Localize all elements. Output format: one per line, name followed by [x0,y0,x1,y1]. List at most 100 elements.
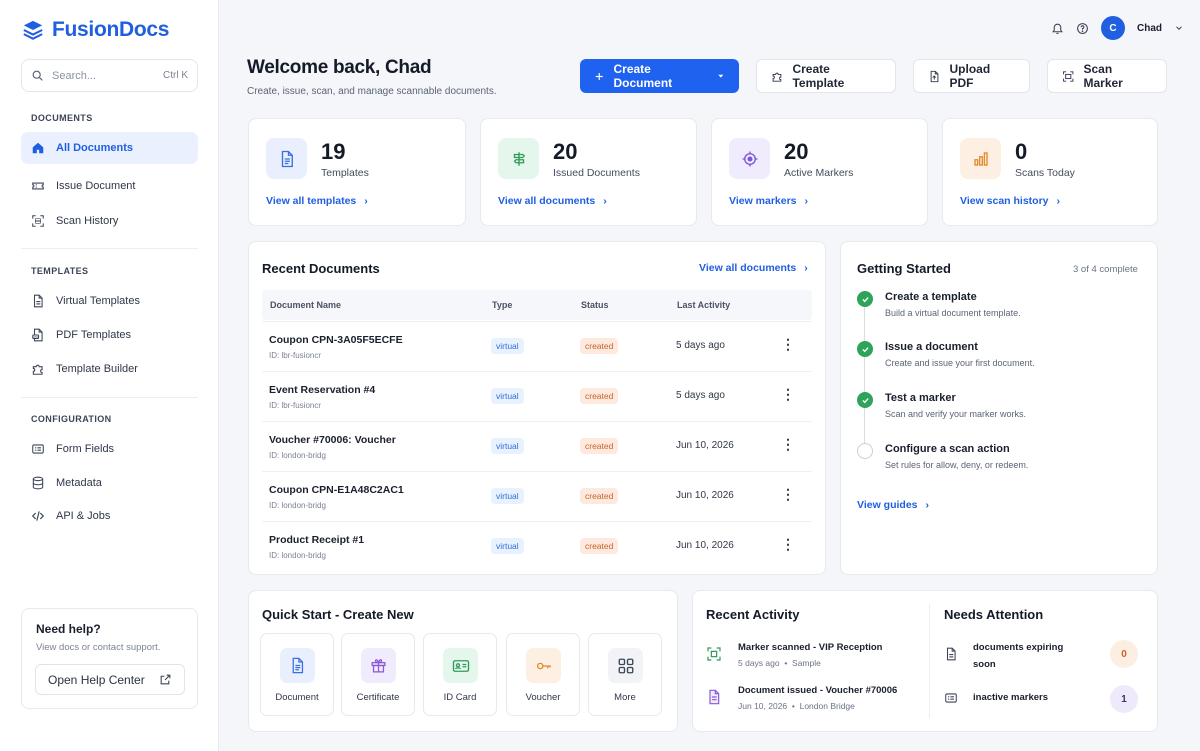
sidebar-item-label: Issue Document [56,180,136,192]
column-header-name: Document Name [270,300,342,310]
puzzle-icon [772,72,782,82]
status-badge: created [580,438,619,454]
chevron-right-icon: › [364,195,368,207]
view-scan-history-link[interactable]: View scan history › [960,195,1060,207]
view-all-templates-link[interactable]: View all templates › [266,195,368,207]
table-row[interactable]: Product Receipt #1 ID: london-bridg virt… [262,521,812,571]
document-name[interactable]: Product Receipt #1 [269,534,364,546]
table-row[interactable]: Coupon CPN-E1A48C2AC1 ID: london-bridg v… [262,471,812,521]
view-all-documents-link[interactable]: View all documents › [498,195,607,207]
tile-label: Certificate [356,692,400,703]
create-document-button[interactable]: Create Document [580,59,739,93]
file-icon [33,294,43,308]
create-template-button[interactable]: Create Template [756,59,896,93]
last-activity: Jun 10, 2026 [676,440,734,451]
more-vertical-icon[interactable]: ⋮ [781,536,795,553]
tile-label: ID Card [443,692,477,703]
step-description: Create and issue your first document. [885,358,1035,368]
recent-documents-view-all-link[interactable]: View all documents › [699,262,808,274]
table-row[interactable]: Event Reservation #4 ID: lbr-fusioncr vi… [262,371,812,421]
stat-card-scans-today: 0 Scans Today View scan history › [942,118,1158,226]
sidebar-item-label: Metadata [56,477,102,489]
stat-card-issued-documents: 20 Issued Documents View all documents › [480,118,697,226]
column-header-status: Status [581,300,609,310]
tile-label: More [614,692,636,703]
sidebar-item-virtual-templates[interactable]: Virtual Templates [21,285,198,317]
user-name[interactable]: Chad [1137,23,1162,34]
getting-started-progress: 3 of 4 complete [1073,264,1138,275]
avatar[interactable]: C [1101,16,1125,40]
bell-icon[interactable] [1051,22,1064,35]
activity-time: 5 days ago [738,658,780,668]
sidebar-divider [21,397,198,398]
app-logo[interactable]: FusionDocs [22,18,169,42]
needs-attention-title: Needs Attention [944,607,1044,622]
sidebar-item-metadata[interactable]: Metadata [21,467,198,499]
document-id: ID: lbr-fusioncr [269,351,322,360]
grid-icon [608,648,643,683]
step-title: Configure a scan action [885,443,1010,455]
quick-start-voucher-tile[interactable]: Voucher [506,633,580,716]
check-circle-icon [857,341,873,357]
quick-start-id-card-tile[interactable]: ID Card [423,633,497,716]
recent-documents-title: Recent Documents [262,261,380,276]
sidebar-item-api-jobs[interactable]: API & Jobs [21,500,198,532]
page-header: Welcome back, Chad Create, issue, scan, … [247,57,497,97]
view-guides-link[interactable]: View guides › [857,499,929,511]
quick-start-document-tile[interactable]: Document [260,633,334,716]
table-row[interactable]: Voucher #70006: Voucher ID: london-bridg… [262,421,812,471]
upload-pdf-button[interactable]: Upload PDF [913,59,1030,93]
more-vertical-icon[interactable]: ⋮ [781,386,795,403]
sidebar-item-pdf-templates[interactable]: PDF PDF Templates [21,319,198,351]
link-label: View all documents [699,262,797,274]
target-icon [729,138,770,179]
empty-circle-icon [857,443,873,459]
sidebar-item-all-documents[interactable]: All Documents [21,132,198,164]
sidebar-item-issue-document[interactable]: Issue Document [21,170,198,202]
quick-start-more-tile[interactable]: More [588,633,662,716]
type-badge: virtual [491,438,524,454]
status-badge: created [580,388,619,404]
view-markers-link[interactable]: View markers › [729,195,808,207]
quick-start-certificate-tile[interactable]: Certificate [341,633,415,716]
search-box[interactable]: Ctrl K [21,59,198,92]
attention-label: documents expiring soon [973,642,1064,670]
search-shortcut: Ctrl K [163,70,188,81]
sidebar-divider [21,248,198,249]
sidebar-item-scan-history[interactable]: Scan History [21,205,198,237]
form-icon [32,444,44,454]
key-icon [526,648,561,683]
help-title: Need help? [36,622,101,636]
document-name[interactable]: Coupon CPN-E1A48C2AC1 [269,484,404,496]
attention-label: inactive markers [973,692,1048,703]
document-name[interactable]: Coupon CPN-3A05F5ECFE [269,334,403,346]
more-vertical-icon[interactable]: ⋮ [781,436,795,453]
stat-value: 0 [1015,139,1028,164]
sidebar: FusionDocs Ctrl K DOCUMENTS All Document… [0,0,219,751]
gift-icon [361,648,396,683]
help-circle-icon[interactable] [1076,22,1089,35]
column-header-last-activity: Last Activity [677,300,731,310]
sidebar-item-template-builder[interactable]: Template Builder [21,353,198,385]
sidebar-item-form-fields[interactable]: Form Fields [21,433,198,465]
chevron-down-icon[interactable] [1174,23,1184,33]
code-icon [31,511,45,521]
scan-marker-button[interactable]: Scan Marker [1047,59,1167,93]
more-vertical-icon[interactable]: ⋮ [781,336,795,353]
column-header-type: Type [492,300,513,310]
table-row[interactable]: Coupon CPN-3A05F5ECFE ID: lbr-fusioncr v… [262,321,812,371]
stat-card-templates: 19 Templates View all templates › [248,118,466,226]
search-input[interactable] [52,69,152,82]
document-name[interactable]: Voucher #70006: Voucher [269,434,396,446]
open-help-center-button[interactable]: Open Help Center [35,664,185,695]
puzzle-icon [32,364,43,375]
link-label: View guides [857,499,918,511]
activity-source: Sample [792,658,821,668]
plus-icon [595,72,603,80]
document-name[interactable]: Event Reservation #4 [269,384,375,396]
help-button-label: Open Help Center [48,672,145,687]
step-title: Test a marker [885,392,956,404]
caret-down-icon[interactable] [717,72,725,80]
more-vertical-icon[interactable]: ⋮ [781,486,795,503]
chevron-right-icon: › [1056,195,1061,207]
